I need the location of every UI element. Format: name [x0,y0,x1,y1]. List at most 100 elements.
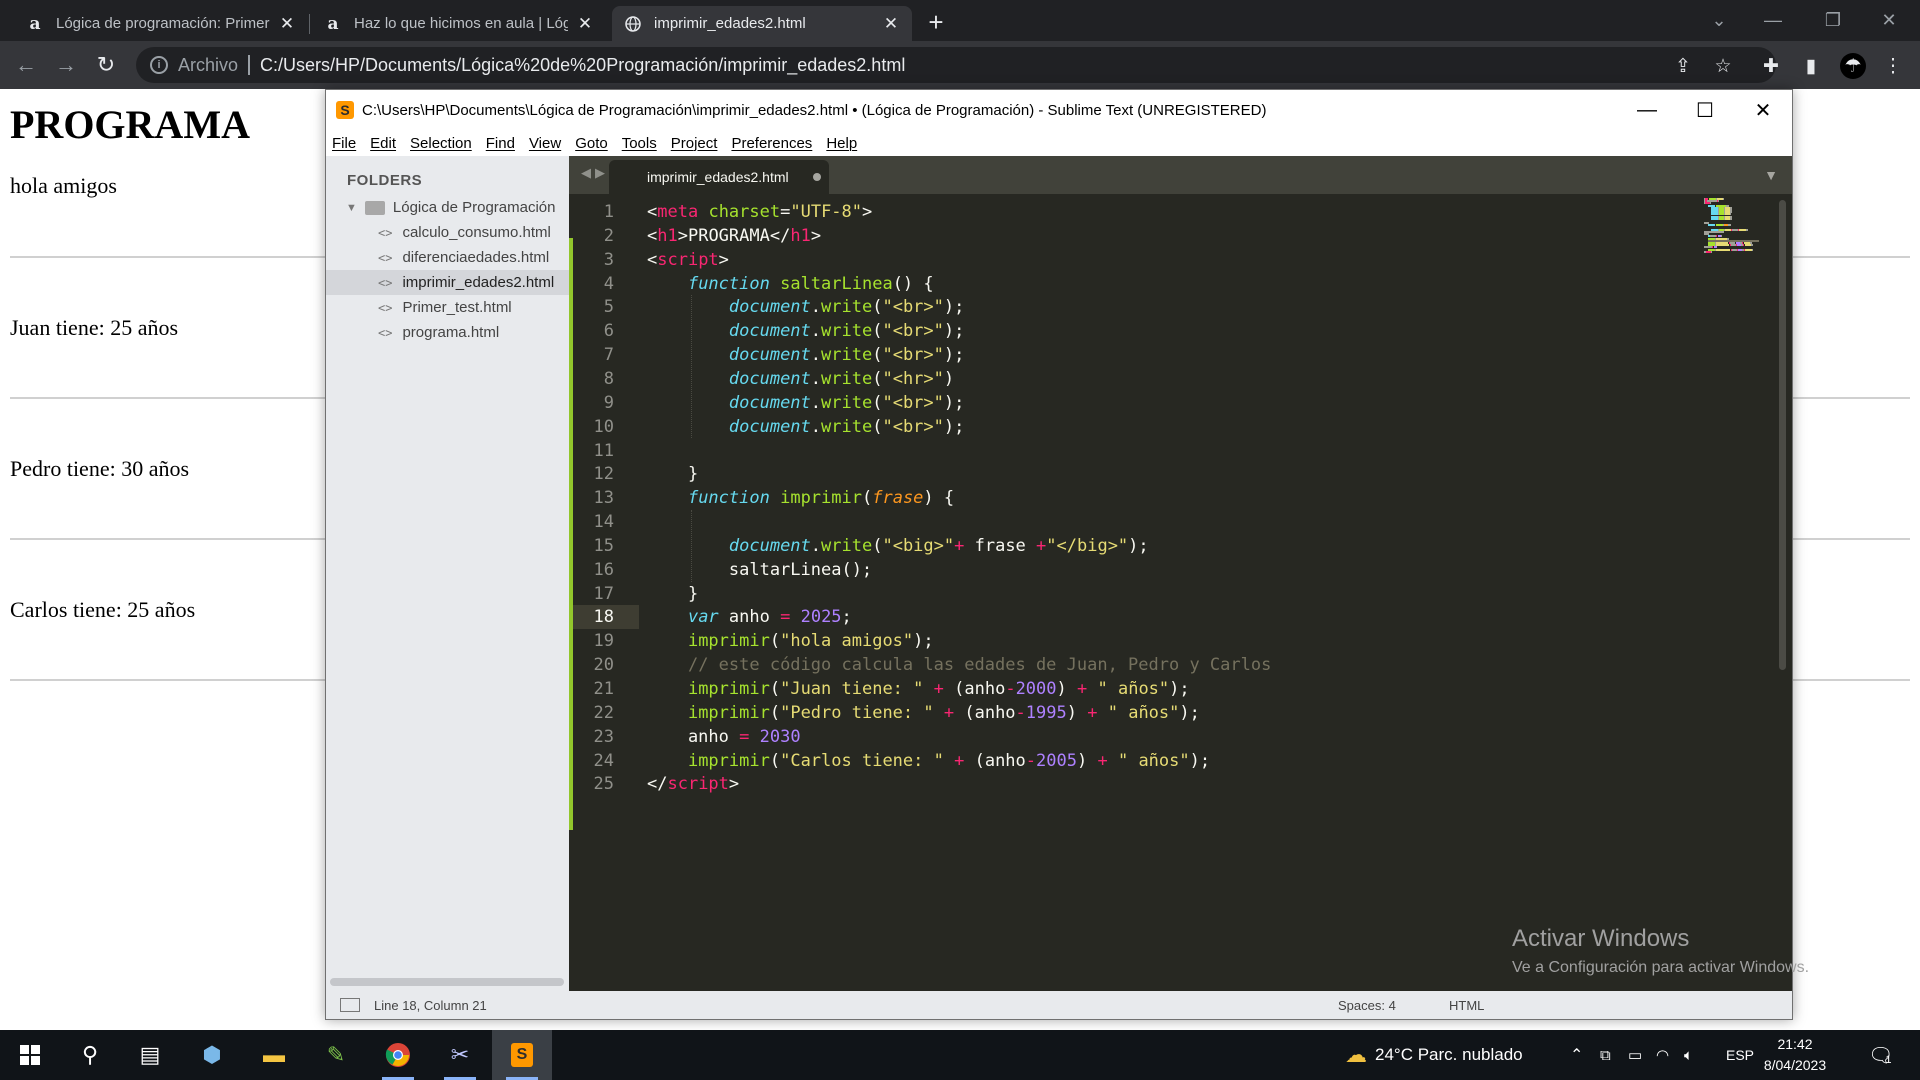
menu-find[interactable]: Find [486,135,515,152]
close-window-icon[interactable]: ✕ [1866,0,1912,41]
code-token: ); [1189,750,1211,771]
battery-icon[interactable]: ▭ [1628,1030,1642,1080]
code-line[interactable]: document.write("<br>"); [647,295,964,319]
3d-cube-app-icon[interactable]: ⬢ [182,1030,242,1080]
code-line[interactable]: document.write("<hr>") [647,367,954,391]
sublime-taskbar-icon[interactable]: S [492,1030,552,1080]
sidebar-file-selected[interactable]: <> imprimir_edades2.html [326,270,569,295]
code-line[interactable]: anho = 2030 [647,725,801,749]
minimize-icon[interactable]: — [1750,0,1796,41]
menu-goto[interactable]: Goto [575,135,608,152]
excel-like-app-icon[interactable]: ✎ [306,1030,366,1080]
code-editor[interactable]: ◀▶ imprimir_edades2.html ▼ 1 2 3 4 5 6 7 8 9 10 11… [569,156,1792,991]
wifi-icon[interactable]: ◠ [1656,1030,1669,1080]
tab-dropdown-icon[interactable]: ▼ [1764,167,1778,183]
code-line[interactable]: document.write("<br>"); [647,391,964,415]
share-icon[interactable]: ⇪ [1670,53,1696,79]
code-line[interactable]: // este código calcula las edades de Jua… [647,653,1271,677]
info-icon[interactable]: i [150,56,168,74]
browser-tab-2[interactable]: a Haz lo que hicimos en aula | Lógi ✕ [312,6,606,41]
windows-start-icon[interactable] [0,1030,60,1080]
code-line[interactable]: document.write("<br>"); [647,343,964,367]
menu-help[interactable]: Help [826,135,857,152]
task-view-icon[interactable]: ▤ [120,1030,180,1080]
show-hidden-icons-chevron-icon[interactable]: ⌃ [1570,1030,1583,1080]
profile-avatar[interactable]: ☂ [1840,53,1866,79]
extensions-puzzle-icon[interactable]: ✚ [1758,53,1784,79]
page-line-3: Pedro tiene: 30 años [10,456,190,481]
unsaved-dot-icon[interactable] [812,173,821,181]
folder-expanded-icon[interactable]: ▼ [346,202,357,214]
sidebar-folder[interactable]: ▼ Lógica de Programación [346,195,556,220]
menu-preferences[interactable]: Preferences [731,135,812,152]
code-line[interactable]: } [647,582,698,606]
syntax-setting[interactable]: HTML [1449,998,1484,1013]
menu-file[interactable]: File [332,135,356,152]
minimap[interactable] [1704,198,1784,258]
tab-search-icon[interactable]: ⌄ [1696,0,1742,41]
menu-project[interactable]: Project [671,135,718,152]
new-tab-button[interactable]: + [922,8,950,36]
search-icon[interactable]: ⚲ [60,1030,120,1080]
close-tab-icon[interactable]: ✕ [278,14,296,33]
url-text[interactable]: C:/Users/HP/Documents/Lógica%20de%20Prog… [260,55,905,76]
minimap-mark [1715,244,1730,247]
volume-icon[interactable]: 🔈︎ [1684,1030,1693,1080]
menu-view[interactable]: View [529,135,561,152]
code-token: imprimir [687,679,770,699]
browser-tab-1[interactable]: a Lógica de programación: Primero ✕ [14,6,308,41]
side-panel-icon[interactable]: ▮ [1798,53,1824,79]
tab-scroll-arrows-icon[interactable]: ◀▶ [581,165,609,181]
minimize-icon[interactable]: — [1618,90,1676,130]
menu-kebab-icon[interactable]: ⋮ [1880,53,1906,79]
restore-icon[interactable]: ❐ [1810,0,1856,41]
forward-arrow-icon[interactable]: → [50,49,82,81]
panel-toggle-icon[interactable] [340,998,360,1012]
sidebar-file[interactable]: <> programa.html [326,320,569,345]
code-line[interactable]: </script> [647,772,739,796]
code-line[interactable]: <meta charset="UTF-8"> [647,200,872,224]
code-line[interactable]: document.write("<br>"); [647,415,964,439]
code-line[interactable]: document.write("<br>"); [647,319,964,343]
reload-icon[interactable]: ↻ [90,49,122,81]
sidebar-file[interactable]: <> Primer_test.html [326,295,569,320]
weather-widget[interactable]: ☁ 24°C Parc. nublado [1345,1030,1523,1080]
close-tab-icon[interactable]: ✕ [882,14,900,33]
bookmark-star-icon[interactable]: ☆ [1710,53,1736,79]
system-clock[interactable]: 21:42 8/04/2023 [1750,1034,1840,1076]
code-line[interactable]: imprimir("Juan tiene: " + (anho-2000) + … [647,677,1190,701]
browser-tab-3-active[interactable]: imprimir_edades2.html ✕ [612,6,912,41]
code-token: "hola amigos" [780,631,914,652]
code-line[interactable]: } [647,462,698,486]
code-line[interactable]: imprimir("Carlos tiene: " + (anho-2005) … [647,749,1210,773]
sidebar-file[interactable]: <> calculo_consumo.html [326,220,569,245]
back-arrow-icon[interactable]: ← [10,49,42,81]
code-line[interactable]: function imprimir(frase) { [647,486,954,510]
code-line[interactable]: var anho = 2025; [647,605,852,629]
code-line[interactable]: imprimir("hola amigos"); [647,629,934,653]
close-window-icon[interactable]: ✕ [1734,90,1792,130]
code-line[interactable]: saltarLinea(); [647,558,872,582]
notifications-icon[interactable]: 🗨︎ 1 [1868,1030,1893,1080]
chrome-icon[interactable] [368,1030,428,1080]
code-line[interactable]: <h1>PROGRAMA</h1> [647,224,821,248]
menu-tools[interactable]: Tools [622,135,657,152]
menu-edit[interactable]: Edit [370,135,396,152]
address-bar[interactable]: i Archivo C:/Users/HP/Documents/Lógica%2… [136,47,1776,83]
code-line[interactable]: imprimir("Pedro tiene: " + (anho-1995) +… [647,701,1200,725]
indentation-setting[interactable]: Spaces: 4 [1338,998,1396,1013]
code-token: saltarLinea [780,273,893,294]
code-line[interactable]: <script> [647,248,729,272]
editor-tab-active[interactable]: imprimir_edades2.html [609,160,829,194]
close-tab-icon[interactable]: ✕ [576,14,594,33]
paint-app-icon[interactable]: ✂ [430,1030,490,1080]
editor-scrollbar[interactable] [1779,200,1786,670]
code-line[interactable]: document.write("<big>"+ frase +"</big>")… [647,534,1149,558]
code-line[interactable]: function saltarLinea() { [647,272,934,296]
maximize-icon[interactable]: ☐ [1676,90,1734,130]
menu-selection[interactable]: Selection [410,135,472,152]
file-explorer-icon[interactable]: ▬ [244,1030,304,1080]
sidebar-scrollbar[interactable] [330,978,564,986]
sidebar-file[interactable]: <> diferenciaedades.html [326,245,569,270]
device-icon[interactable]: ⧉ [1600,1030,1611,1080]
